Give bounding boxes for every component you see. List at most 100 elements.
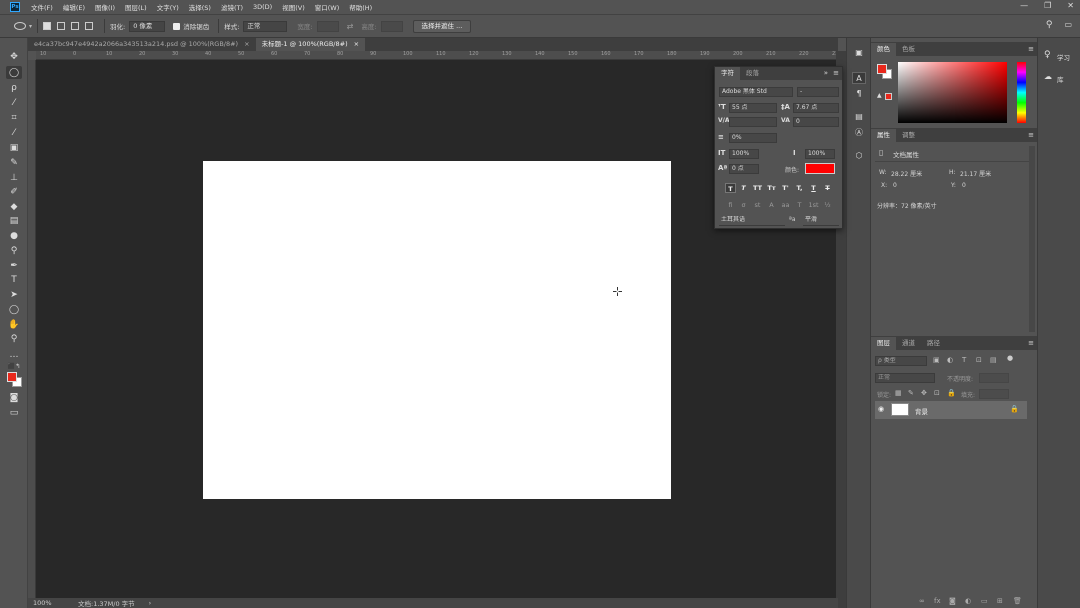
old-style-button[interactable]: σ	[738, 200, 749, 210]
subscript-button[interactable]: T,	[794, 183, 805, 193]
select-and-mask-button[interactable]: 选择并遮住 ...	[412, 19, 472, 33]
small-caps-button[interactable]: Tт	[766, 183, 777, 193]
tab-adjustments[interactable]: 调整	[896, 129, 921, 142]
delete-layer-icon[interactable]: 🗑	[1013, 597, 1022, 605]
zoom-level[interactable]: 100%	[33, 599, 73, 607]
libraries-icon[interactable]: ▤	[852, 111, 866, 123]
superscript-button[interactable]: T'	[780, 183, 791, 193]
quick-mask-icon[interactable]: ◙	[6, 391, 22, 404]
tab-layers[interactable]: 图层	[871, 336, 896, 350]
menu-filter[interactable]: 滤镜(T)	[216, 2, 248, 12]
add-mask-icon[interactable]: ◙	[949, 597, 956, 605]
lock-all-icon[interactable]: 🔒	[947, 389, 956, 397]
clone-stamp-tool-icon[interactable]: ⊥	[6, 171, 22, 184]
height-value[interactable]: 21.17 厘米	[960, 169, 991, 178]
text-color-swatch[interactable]	[805, 163, 835, 174]
new-layer-icon[interactable]: ⊞	[997, 597, 1003, 605]
style-select[interactable]: 正常	[243, 20, 288, 32]
gradient-tool-icon[interactable]: ▤	[6, 214, 22, 227]
workspace-icon[interactable]: ▭	[1064, 20, 1072, 30]
foreground-color-swatch[interactable]	[877, 64, 887, 74]
libraries-label[interactable]: 库	[1057, 74, 1064, 84]
smart-object-filter-icon[interactable]: ▤	[990, 356, 997, 364]
healing-brush-tool-icon[interactable]: ▣	[6, 141, 22, 154]
close-window-button[interactable]: ✕	[1067, 1, 1074, 10]
ordinals-button[interactable]: 1st	[808, 200, 819, 210]
font-style-select[interactable]: -	[797, 87, 839, 97]
add-selection-icon[interactable]	[57, 22, 66, 30]
character-panel-icon[interactable]: A	[852, 72, 866, 84]
menu-file[interactable]: 文件(F)	[26, 2, 58, 12]
contextual-button[interactable]: T	[794, 200, 805, 210]
dodge-tool-icon[interactable]: ⚲	[6, 244, 22, 257]
blur-tool-icon[interactable]: ●	[6, 229, 22, 242]
fill-input[interactable]	[979, 389, 1009, 399]
language-select[interactable]: 土耳其语	[719, 216, 785, 226]
antialias-select[interactable]: 平滑	[803, 216, 839, 226]
menu-edit[interactable]: 编辑(E)	[58, 2, 90, 12]
search-icon[interactable]: ⚲	[1046, 20, 1053, 30]
width-input[interactable]	[316, 20, 339, 32]
lock-transparency-icon[interactable]: ▦	[895, 389, 902, 397]
document-canvas[interactable]	[203, 161, 671, 499]
tab-color[interactable]: 颜色	[871, 42, 896, 56]
web-color-swatch[interactable]	[885, 93, 892, 100]
menu-image[interactable]: 图像(I)	[90, 2, 120, 12]
close-icon[interactable]: ×	[354, 38, 359, 51]
font-size-input[interactable]: 55 点	[729, 103, 777, 113]
layer-name[interactable]: 背景	[915, 406, 928, 416]
tab-swatches[interactable]: 色板	[896, 43, 921, 56]
lock-artboard-icon[interactable]: ⊡	[934, 389, 940, 397]
fractions-button[interactable]: ½	[822, 200, 833, 210]
pen-tool-icon[interactable]: ✒	[6, 259, 22, 272]
all-caps-button[interactable]: TT	[752, 183, 763, 193]
strikethrough-button[interactable]: T	[822, 183, 833, 193]
hue-slider[interactable]	[1017, 62, 1026, 123]
eyedropper-tool-icon[interactable]: ⁄	[6, 126, 22, 139]
tab-paths[interactable]: 路径	[921, 337, 946, 350]
ellipse-tool-icon[interactable]: ◯	[6, 303, 22, 316]
panel-menu-icon[interactable]: ≡	[833, 69, 839, 77]
faux-bold-button[interactable]: T	[725, 183, 736, 193]
kerning-input[interactable]	[729, 117, 777, 127]
move-tool-icon[interactable]: ✥	[6, 50, 22, 63]
menu-select[interactable]: 选择(S)	[184, 2, 216, 12]
stylistic-alternates-button[interactable]: A	[766, 200, 777, 210]
panel-menu-icon[interactable]: ≡	[1028, 45, 1034, 53]
vertical-ruler[interactable]	[28, 60, 36, 598]
underline-button[interactable]: T	[808, 183, 819, 193]
antialias-checkbox[interactable]	[173, 22, 181, 30]
horizontal-ruler[interactable]: 10 0 10 20 30 40 50 60 70 80 90 100 110 120 130 140 150 1…	[36, 51, 836, 60]
subtract-selection-icon[interactable]	[71, 22, 80, 30]
tab-character[interactable]: 字符	[715, 67, 740, 80]
foreground-color-swatch[interactable]	[7, 372, 17, 382]
lock-pixels-icon[interactable]: ✎	[908, 389, 914, 397]
new-group-icon[interactable]: ▭	[981, 597, 988, 605]
shape-filter-icon[interactable]: ⊡	[976, 356, 982, 364]
tab-document-psd[interactable]: e4ca37bc947e4942a2066a343513a214.psd @ 1…	[28, 38, 256, 51]
opacity-input[interactable]	[979, 373, 1009, 383]
adjustment-filter-icon[interactable]: ◐	[947, 356, 953, 364]
crop-tool-icon[interactable]: ⌗	[6, 111, 22, 124]
tab-paragraph[interactable]: 段落	[740, 67, 765, 80]
lasso-tool-icon[interactable]: ρ	[6, 81, 22, 94]
layer-style-icon[interactable]: fx	[934, 597, 941, 605]
type-filter-icon[interactable]: T	[962, 356, 966, 364]
baseline-shift-input[interactable]: 0 点	[729, 164, 759, 174]
menu-help[interactable]: 帮助(H)	[344, 2, 377, 12]
pixel-filter-icon[interactable]: ▣	[933, 356, 940, 364]
tab-properties[interactable]: 属性	[871, 128, 896, 142]
lightbulb-icon[interactable]: ♀	[1044, 50, 1051, 60]
3d-panel-icon[interactable]: ⬡	[852, 150, 866, 162]
link-layers-icon[interactable]: ∞	[919, 597, 925, 605]
history-brush-tool-icon[interactable]: ✐	[6, 185, 22, 198]
height-input[interactable]	[380, 20, 403, 32]
vertical-scale-input[interactable]: 100%	[729, 149, 759, 159]
menu-3d[interactable]: 3D(D)	[248, 3, 277, 11]
learn-label[interactable]: 学习	[1057, 52, 1070, 62]
properties-scrollbar[interactable]	[1029, 146, 1035, 332]
titling-button[interactable]: aa	[780, 200, 791, 210]
elliptical-marquee-preset-icon[interactable]	[14, 22, 26, 30]
zoom-tool-icon[interactable]: ⚲	[6, 332, 22, 345]
menu-window[interactable]: 窗口(W)	[310, 2, 345, 12]
